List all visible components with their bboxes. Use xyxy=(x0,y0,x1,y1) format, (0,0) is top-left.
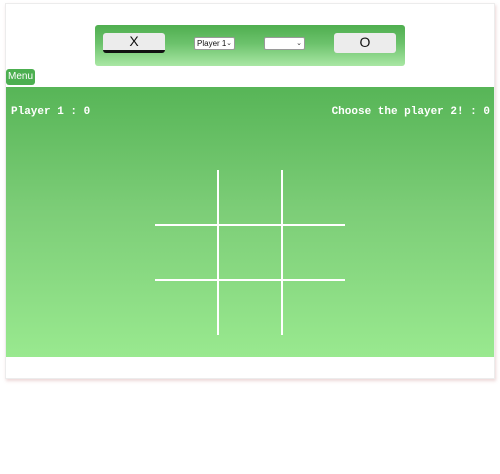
board-cell-8[interactable] xyxy=(219,281,281,335)
player1-select-value: Player 1 xyxy=(197,39,227,48)
chevron-down-icon: ⌄ xyxy=(226,40,232,47)
x-symbol-button[interactable]: X xyxy=(103,33,165,53)
page: X Player 1 ⌄ ⌄ O Menu Player 1 : 0 Choos… xyxy=(0,0,500,474)
board-cell-7[interactable] xyxy=(155,281,217,335)
tic-tac-toe-grid xyxy=(155,170,345,335)
o-symbol-button[interactable]: O xyxy=(334,33,396,53)
player1-select[interactable]: Player 1 ⌄ xyxy=(194,37,235,50)
board-cell-6[interactable] xyxy=(283,226,345,279)
player1-score: Player 1 : 0 xyxy=(11,106,91,118)
symbol-selection-bar: X Player 1 ⌄ ⌄ O xyxy=(95,25,405,66)
chevron-down-icon: ⌄ xyxy=(296,40,302,47)
board-cell-2[interactable] xyxy=(219,170,281,224)
menu-button[interactable]: Menu xyxy=(6,69,35,85)
board-cell-4[interactable] xyxy=(155,226,217,279)
board-cell-1[interactable] xyxy=(155,170,217,224)
game-board-area: Player 1 : 0 Choose the player 2! : 0 xyxy=(6,87,494,357)
player2-select[interactable]: ⌄ xyxy=(264,37,305,50)
board-cell-3[interactable] xyxy=(283,170,345,224)
board-cell-5[interactable] xyxy=(219,226,281,279)
board-cell-9[interactable] xyxy=(283,281,345,335)
player2-score: Choose the player 2! : 0 xyxy=(331,106,490,118)
